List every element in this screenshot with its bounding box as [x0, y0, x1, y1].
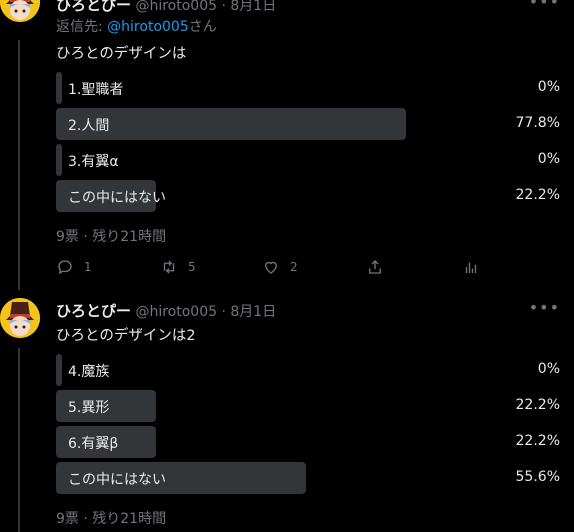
poll-option-percentage: 55.6%	[515, 469, 560, 485]
poll-option-label: 1.聖職者	[68, 82, 124, 98]
user-handle[interactable]: @hiroto005	[135, 0, 217, 14]
poll-option-label: 2.人間	[68, 118, 110, 134]
poll-option-percentage: 0%	[537, 151, 560, 167]
avatar[interactable]	[0, 0, 40, 22]
analytics-icon	[465, 262, 477, 273]
display-name[interactable]: ひろとぴー	[56, 0, 131, 14]
tweet-date[interactable]: 8月1日	[230, 0, 276, 14]
poll-option-label: この中にはない	[68, 190, 166, 206]
poll-option: この中にはない 55.6%	[56, 462, 564, 494]
more-options-icon[interactable]: •••	[529, 0, 560, 11]
poll-option-label: 3.有翼α	[68, 154, 119, 170]
poll-option: 5.異形 22.2%	[56, 390, 564, 422]
reply-icon	[58, 260, 72, 275]
poll-bar	[56, 72, 62, 104]
poll-option: この中にはない 22.2%	[56, 180, 564, 212]
thread-line	[18, 348, 20, 532]
poll-footer: 9票 · 残り21時間	[56, 511, 167, 527]
poll-option-percentage: 22.2%	[515, 433, 560, 449]
poll-option-percentage: 0%	[537, 361, 560, 377]
tweet-text: ひろとのデザインは2	[56, 328, 196, 344]
reply-count: 1	[84, 260, 92, 274]
poll-option: 1.聖職者 0%	[56, 72, 564, 104]
poll-footer: 9票 · 残り21時間	[56, 229, 167, 245]
poll-option-label: 5.異形	[68, 400, 110, 416]
tweet-date[interactable]: 8月1日	[230, 304, 276, 320]
display-name[interactable]: ひろとぴー	[56, 302, 131, 320]
separator-dot: ·	[221, 304, 226, 320]
poll-option: 2.人間 77.8%	[56, 108, 564, 140]
tweet-text: ひろとのデザインは	[56, 46, 187, 62]
reply-suffix: さん	[188, 19, 217, 35]
retweet-icon	[163, 260, 175, 274]
avatar[interactable]	[0, 298, 40, 338]
retweet-button[interactable]: 5	[160, 258, 196, 276]
poll-option-percentage: 0%	[537, 79, 560, 95]
poll-option-percentage: 22.2%	[515, 397, 560, 413]
tweet-header: ひろとぴー @hiroto005 · 8月1日	[56, 300, 276, 321]
tweet-actions: 1 5 2	[56, 258, 506, 282]
thread-line	[18, 40, 20, 290]
like-count: 2	[290, 260, 298, 274]
poll-bar	[56, 354, 62, 386]
tweet-header: ひろとぴー @hiroto005 · 8月1日	[56, 0, 276, 15]
reply-handle-link[interactable]: @hiroto005	[107, 19, 189, 35]
user-handle[interactable]: @hiroto005	[135, 304, 217, 320]
poll-option-percentage: 22.2%	[515, 187, 560, 203]
analytics-button[interactable]	[462, 258, 480, 276]
share-icon	[369, 260, 381, 274]
separator-dot: ·	[221, 0, 226, 14]
more-options-icon[interactable]: •••	[529, 298, 560, 317]
poll-option-label: この中にはない	[68, 472, 166, 488]
reply-prefix: 返信先:	[56, 19, 108, 35]
poll-bar	[56, 144, 62, 176]
reply-button[interactable]: 1	[56, 258, 92, 276]
reply-context: 返信先: @hiroto005さん	[56, 16, 217, 36]
poll-option-percentage: 77.8%	[515, 115, 560, 131]
poll-option: 6.有翼β 22.2%	[56, 426, 564, 458]
poll-option-label: 6.有翼β	[68, 436, 119, 452]
share-button[interactable]	[366, 258, 384, 276]
poll-option: 4.魔族 0%	[56, 354, 564, 386]
retweet-count: 5	[188, 260, 196, 274]
like-button[interactable]: 2	[262, 258, 298, 276]
poll-option-label: 4.魔族	[68, 364, 110, 380]
poll-option: 3.有翼α 0%	[56, 144, 564, 176]
heart-icon	[265, 261, 277, 274]
